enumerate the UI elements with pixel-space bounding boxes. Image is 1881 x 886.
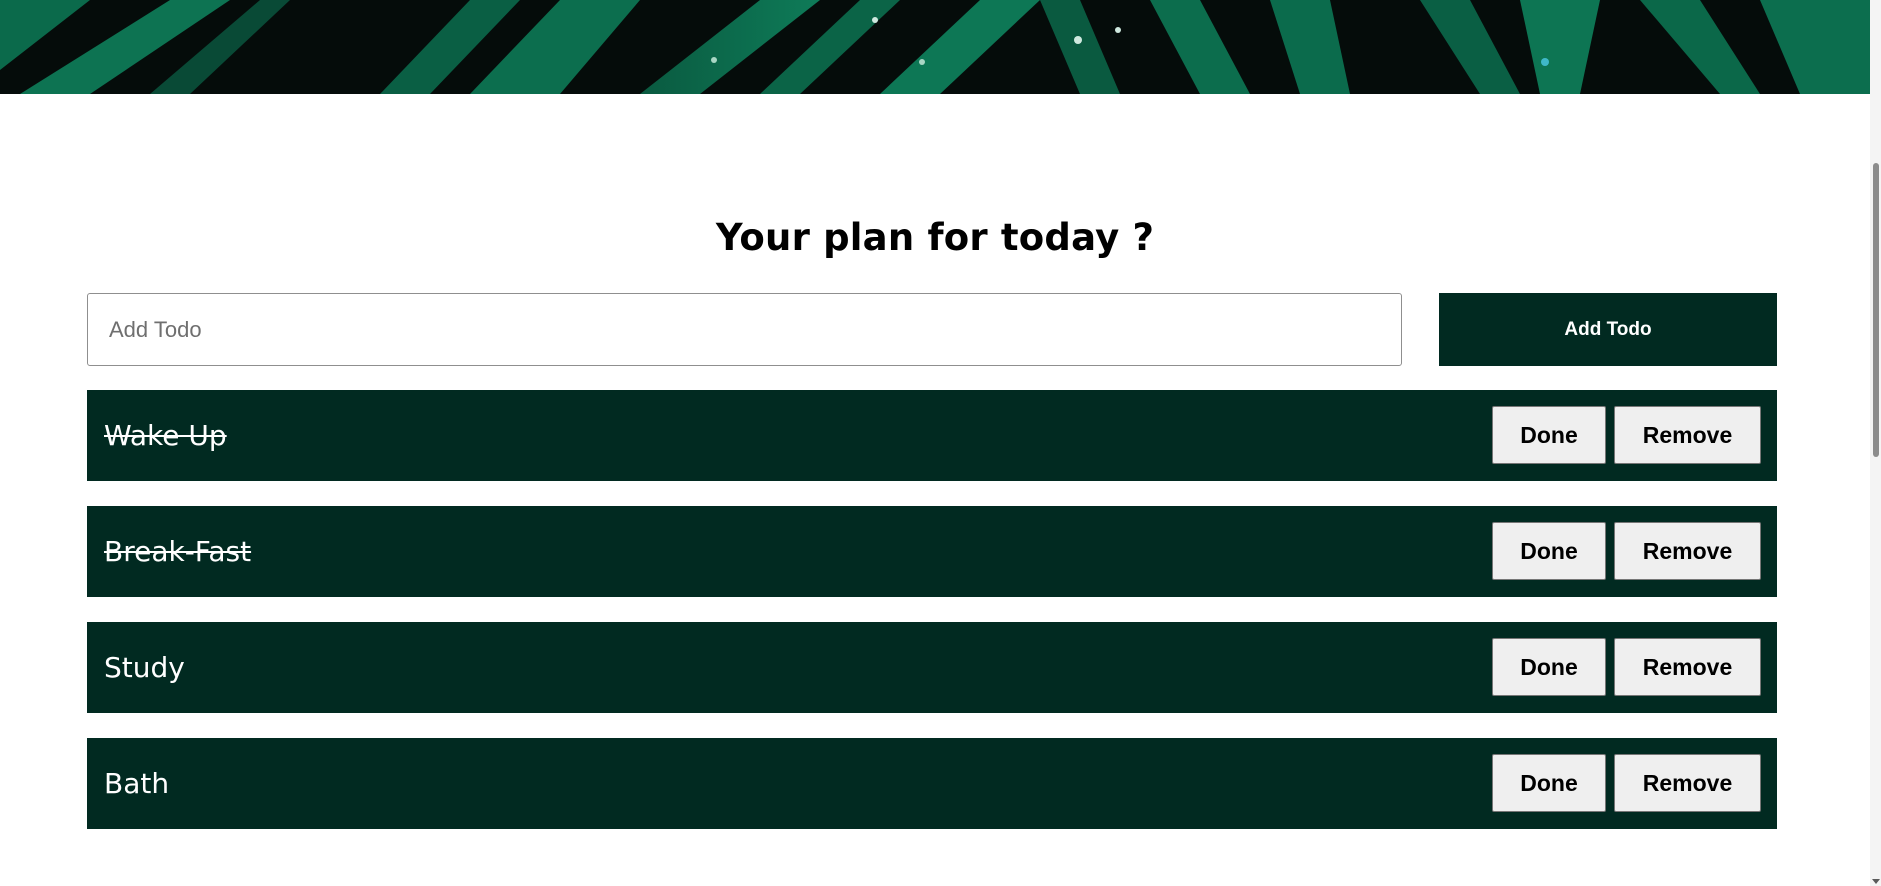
add-todo-button[interactable]: Add Todo [1439, 293, 1777, 366]
remove-button[interactable]: Remove [1614, 522, 1761, 580]
todo-item: Break-Fast Done Remove [87, 506, 1777, 597]
todo-list: Wake Up Done Remove Break-Fast Done Remo… [87, 390, 1777, 854]
todo-text: Wake Up [104, 419, 227, 452]
scrollbar-thumb[interactable] [1873, 163, 1879, 457]
page-title: Your plan for today ? [715, 216, 1155, 259]
add-todo-input[interactable] [87, 293, 1402, 366]
done-button[interactable]: Done [1492, 638, 1606, 696]
todo-text: Bath [104, 767, 170, 800]
scroll-down-icon[interactable] [1872, 879, 1880, 884]
todo-item: Wake Up Done Remove [87, 390, 1777, 481]
scrollbar[interactable] [1870, 0, 1881, 886]
hero-banner [0, 0, 1870, 94]
todo-text: Study [104, 651, 185, 684]
done-button[interactable]: Done [1492, 754, 1606, 812]
done-button[interactable]: Done [1492, 522, 1606, 580]
palm-leaves-image [0, 0, 1870, 94]
todo-item: Study Done Remove [87, 622, 1777, 713]
todo-text: Break-Fast [104, 535, 252, 568]
done-button[interactable]: Done [1492, 406, 1606, 464]
remove-button[interactable]: Remove [1614, 754, 1761, 812]
todo-item: Bath Done Remove [87, 738, 1777, 829]
remove-button[interactable]: Remove [1614, 406, 1761, 464]
remove-button[interactable]: Remove [1614, 638, 1761, 696]
